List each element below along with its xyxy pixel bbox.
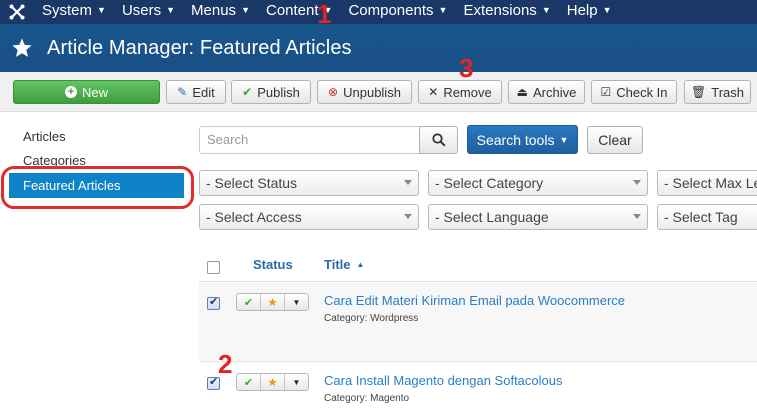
page-title: Article Manager: Featured Articles: [47, 36, 352, 59]
new-button[interactable]: + New: [13, 80, 160, 104]
caret-down-icon: ▼: [438, 5, 448, 15]
dropdown-arrow-icon: [633, 180, 641, 185]
search-icon: [431, 133, 446, 147]
search-tools-button[interactable]: Search tools ▼: [467, 125, 578, 154]
select-all-checkbox[interactable]: [207, 261, 220, 274]
clear-button[interactable]: Clear: [587, 126, 643, 154]
check-in-button[interactable]: ☑ Check In: [591, 80, 677, 104]
dropdown-arrow-icon: [633, 214, 641, 219]
menu-help[interactable]: Help ▼: [559, 0, 620, 24]
search-input[interactable]: Search: [199, 126, 420, 154]
select-access[interactable]: - Select Access: [199, 204, 419, 230]
actions-dropdown-icon[interactable]: ▼: [285, 374, 308, 390]
caret-down-icon: ▼: [559, 134, 569, 145]
archive-button[interactable]: ⏏ Archive: [508, 80, 585, 104]
plus-circle-icon: +: [64, 86, 77, 98]
published-check-icon[interactable]: ✔: [237, 374, 261, 390]
remove-button[interactable]: ✕ Remove: [418, 80, 502, 104]
sidebar-item-articles[interactable]: Articles: [9, 124, 184, 149]
annotation-number-3: 3: [459, 53, 474, 83]
dropdown-arrow-icon: [404, 180, 412, 185]
select-max-levels[interactable]: - Select Max Levels: [657, 170, 757, 196]
checkbox-icon: ☑: [600, 85, 612, 99]
edit-icon: ✎: [177, 85, 188, 99]
menu-users[interactable]: Users ▼: [114, 0, 183, 24]
toolbar: + New ✎ Edit ✔ Publish ⊗ Unpublish ✕ Remove ⏏…: [0, 72, 757, 112]
menu-system[interactable]: System ▼: [34, 0, 114, 24]
page-header: Article Manager: Featured Articles: [0, 24, 757, 72]
featured-star-icon[interactable]: ★: [261, 294, 285, 310]
highlight-annotation-circle: [1, 166, 194, 209]
star-icon: [12, 38, 32, 57]
trash-button[interactable]: 🗑 Trash: [684, 80, 751, 104]
joomla-logo-icon[interactable]: [0, 0, 34, 24]
article-title-link[interactable]: Cara Edit Materi Kiriman Email pada Wooc…: [324, 293, 625, 308]
annotation-number-1: 1: [317, 0, 332, 29]
caret-down-icon: ▼: [241, 5, 250, 15]
publish-button[interactable]: ✔ Publish: [231, 80, 311, 104]
status-button-group: ✔ ★ ▼: [236, 293, 309, 311]
select-status[interactable]: - Select Status: [199, 170, 419, 196]
caret-down-icon: ▼: [541, 5, 551, 15]
select-category[interactable]: - Select Category: [428, 170, 648, 196]
edit-button[interactable]: ✎ Edit: [166, 80, 226, 104]
caret-down-icon: ▼: [166, 5, 176, 15]
status-button-group: ✔ ★ ▼: [236, 373, 309, 391]
published-check-icon[interactable]: ✔: [237, 294, 261, 310]
menu-components[interactable]: Components ▼: [340, 0, 455, 24]
select-language[interactable]: - Select Language: [428, 204, 648, 230]
row-checkbox[interactable]: [207, 295, 220, 310]
column-header-title[interactable]: Title ▲: [324, 257, 364, 272]
sort-ascending-icon: ▲: [356, 260, 365, 269]
trash-icon: 🗑: [691, 85, 707, 99]
x-icon: ✕: [428, 85, 439, 99]
featured-star-icon[interactable]: ★: [261, 374, 285, 390]
menu-menus[interactable]: Menus ▼: [183, 0, 258, 24]
article-title-link[interactable]: Cara Install Magento dengan Softacolous: [324, 373, 563, 388]
dropdown-arrow-icon: [404, 214, 412, 219]
check-icon: ✔: [242, 85, 253, 99]
search-button[interactable]: [419, 126, 458, 154]
menu-extensions[interactable]: Extensions ▼: [455, 0, 558, 24]
annotation-number-2: 2: [218, 349, 233, 379]
article-category: Category: Wordpress: [324, 313, 419, 324]
archive-icon: ⏏: [516, 85, 528, 99]
caret-down-icon: ▼: [602, 5, 612, 15]
article-category: Category: Magento: [324, 393, 410, 404]
caret-down-icon: ▼: [97, 5, 106, 15]
column-header-status[interactable]: Status: [253, 257, 293, 272]
actions-dropdown-icon[interactable]: ▼: [285, 294, 308, 310]
top-menu-bar: System ▼ Users ▼ Menus ▼ Content ▼ Component…: [0, 0, 757, 24]
unpublish-icon: ⊗: [328, 85, 339, 99]
select-tag[interactable]: - Select Tag: [657, 204, 757, 230]
unpublish-button[interactable]: ⊗ Unpublish: [317, 80, 412, 104]
